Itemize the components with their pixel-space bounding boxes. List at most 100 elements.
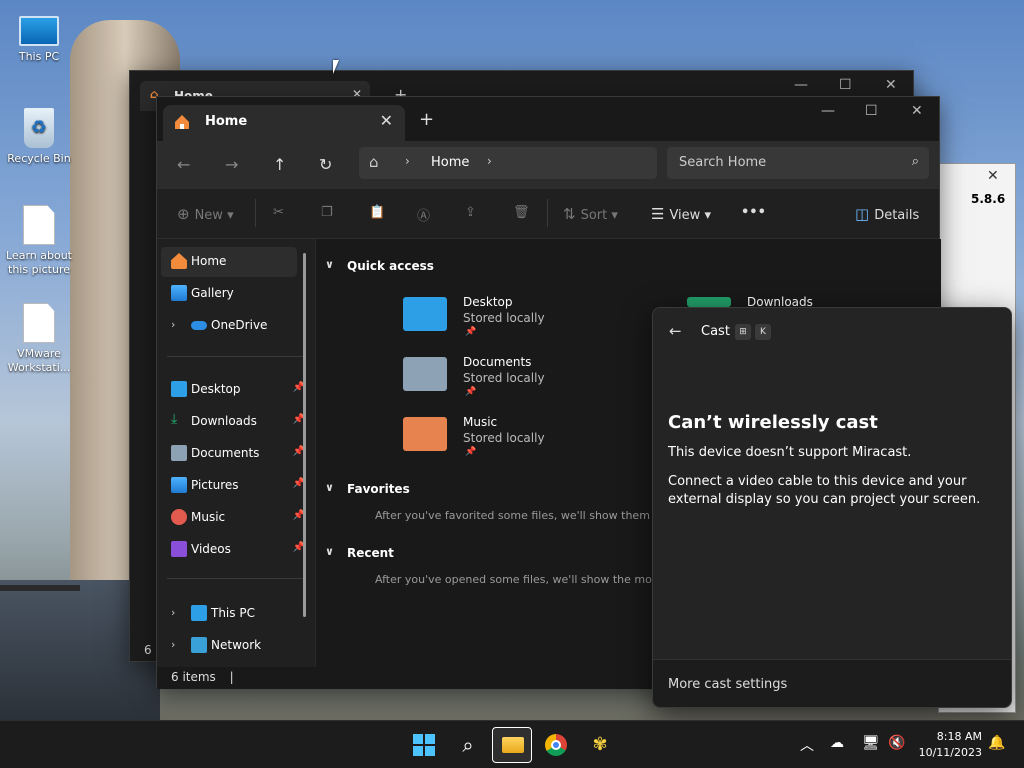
chevron-down-icon[interactable]: ∨ (325, 258, 334, 271)
address-bar[interactable]: ⌂ › Home › (359, 147, 657, 179)
chrome-taskbar-button[interactable] (536, 727, 576, 763)
folder-icon (502, 737, 524, 753)
separator (547, 199, 548, 227)
notification-bell-icon[interactable]: 🔔 (988, 735, 1005, 751)
sidebar-item-desktop[interactable]: Desktop 📌 (161, 375, 305, 405)
cast-help-message: Connect a video cable to this device and… (668, 474, 981, 507)
item-count: 6 items (171, 670, 216, 684)
delete-icon[interactable]: 🗑 (513, 205, 530, 220)
chevron-down-icon[interactable]: ∨ (325, 481, 334, 494)
quick-access-item-documents[interactable]: Documents Stored locally 📌 (403, 355, 603, 405)
view-button[interactable]: ☰ View ▾ (651, 205, 711, 223)
more-cast-settings-link[interactable]: More cast settings (653, 659, 1011, 707)
maximize-icon[interactable]: ☐ (839, 77, 852, 93)
onedrive-tray-icon[interactable]: ☁ (830, 735, 844, 751)
new-tab-icon[interactable]: + (419, 109, 434, 130)
desktop-icon-learn-picture[interactable]: Learn about this picture (3, 205, 75, 277)
paste-icon[interactable]: 📋 (369, 205, 385, 220)
cast-flyout: ← Cast ⊞ K Can’t wirelessly cast This de… (652, 307, 1012, 708)
share-icon[interactable]: ⇪ (465, 205, 476, 220)
item-status: Stored locally (463, 311, 545, 325)
minimize-icon[interactable]: — (794, 77, 808, 93)
desktop-icon-label: Recycle Bin (7, 152, 71, 165)
copy-icon[interactable]: ❐ (321, 205, 333, 220)
sidebar-item-onedrive[interactable]: › OneDrive (161, 311, 297, 341)
sidebar-item-videos[interactable]: Videos 📌 (161, 535, 305, 565)
quick-access-item-desktop[interactable]: Desktop Stored locally 📌 (403, 295, 603, 345)
sidebar-item-label: Music (191, 510, 226, 524)
separator (255, 199, 256, 227)
sidebar-item-gallery[interactable]: Gallery (161, 279, 297, 309)
sidebar-scrollbar[interactable] (303, 253, 306, 617)
rename-icon[interactable]: Ⓐ (417, 205, 430, 224)
sidebar-item-label: Desktop (191, 382, 241, 396)
view-icon: ☰ (651, 205, 665, 223)
status-divider: | (229, 670, 234, 684)
music-icon (171, 509, 187, 525)
network-icon[interactable]: 🖥 (862, 735, 880, 751)
desktop-icon-vmware[interactable]: VMware Workstati... (3, 303, 75, 375)
clock[interactable]: 8:18 AM 10/11/2023 (919, 729, 982, 761)
sidebar-item-home[interactable]: Home (161, 247, 297, 277)
chevron-right-icon[interactable]: › (487, 154, 492, 168)
close-icon[interactable]: ✕ (885, 77, 897, 93)
navigation-bar: ← → ↑ ↻ ⌂ › Home › Search Home ⌕ (157, 141, 939, 189)
file-explorer-taskbar-button[interactable] (492, 727, 532, 763)
start-button[interactable] (404, 727, 444, 763)
sort-button[interactable]: ⇅ Sort ▾ (563, 205, 618, 223)
up-arrow-icon[interactable]: ↑ (273, 155, 286, 174)
documents-icon (171, 445, 187, 461)
close-icon[interactable]: ✕ (987, 168, 999, 184)
sidebar-item-label: Network (211, 638, 262, 652)
breadcrumb-home[interactable]: Home (431, 155, 469, 170)
tab-home[interactable]: Home ✕ (163, 105, 405, 141)
chevron-right-icon[interactable]: › (171, 318, 175, 331)
section-favorites[interactable]: ∨ Favorites (325, 481, 410, 496)
desktop-icon-this-pc[interactable]: This PC (3, 12, 75, 64)
pane-divider[interactable] (315, 239, 316, 667)
refresh-icon[interactable]: ↻ (319, 155, 332, 174)
sidebar-item-pictures[interactable]: Pictures 📌 (161, 471, 305, 501)
details-button[interactable]: ◫ Details (855, 205, 919, 223)
minimize-icon[interactable]: — (821, 103, 835, 119)
sidebar-item-documents[interactable]: Documents 📌 (161, 439, 305, 469)
downloads-folder-icon (687, 297, 731, 307)
section-recent[interactable]: ∨ Recent (325, 545, 394, 560)
back-arrow-icon[interactable]: ← (669, 322, 682, 340)
chevron-right-icon[interactable]: › (405, 154, 410, 168)
sidebar-item-this-pc[interactable]: › This PC (161, 599, 297, 629)
more-options-icon[interactable]: ••• (741, 205, 766, 220)
sidebar-item-network[interactable]: › Network (161, 631, 297, 661)
sidebar-item-label: Gallery (191, 286, 234, 300)
version-label: 5.8.6 (971, 192, 1006, 206)
chevron-right-icon[interactable]: › (171, 638, 175, 651)
volume-muted-icon[interactable]: 🔇 (888, 735, 905, 751)
section-quick-access[interactable]: ∨ Quick access (325, 258, 434, 273)
close-tab-icon[interactable]: ✕ (380, 111, 393, 130)
maximize-icon[interactable]: ☐ (865, 103, 878, 119)
sidebar-item-downloads[interactable]: ⤓ Downloads 📌 (161, 407, 305, 437)
desktop-icon-recycle-bin[interactable]: ♻ Recycle Bin (3, 108, 75, 166)
monitor-icon (19, 16, 59, 46)
footer-label: More cast settings (668, 677, 788, 692)
desktop-icon-label: VMware Workstati... (7, 347, 71, 374)
close-icon[interactable]: ✕ (911, 103, 923, 119)
forward-arrow-icon[interactable]: → (225, 155, 238, 174)
back-arrow-icon[interactable]: ← (177, 155, 190, 174)
navigation-pane: Home Gallery › OneDrive Desktop 📌 ⤓ Down… (157, 239, 315, 667)
sidebar-item-label: Videos (191, 542, 231, 556)
chevron-right-icon[interactable]: › (171, 606, 175, 619)
download-icon: ⤓ (171, 411, 178, 427)
search-input[interactable]: Search Home ⌕ (667, 147, 929, 179)
search-icon[interactable]: ⌕ (448, 727, 488, 763)
quick-access-item-music[interactable]: Music Stored locally 📌 (403, 415, 603, 465)
app-taskbar-button[interactable]: ✾ (580, 727, 620, 763)
new-button[interactable]: ⊕ New ▾ (177, 205, 234, 223)
chevron-down-icon[interactable]: ∨ (325, 545, 334, 558)
pc-icon (191, 605, 207, 621)
cut-icon[interactable]: ✂ (273, 205, 284, 220)
chevron-up-icon[interactable]: ︿ (800, 735, 814, 755)
sort-label: Sort (580, 208, 608, 223)
pin-icon: 📌 (465, 387, 477, 397)
sidebar-item-music[interactable]: Music 📌 (161, 503, 305, 533)
